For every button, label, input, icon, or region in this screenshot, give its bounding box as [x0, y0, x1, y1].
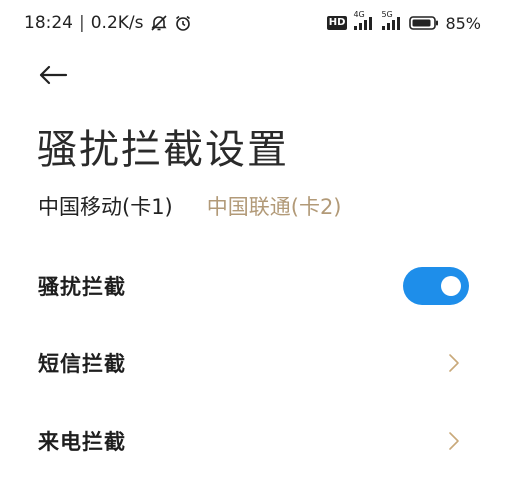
- status-right: HD 4G 5G 85%: [326, 10, 481, 33]
- tab-sim1[interactable]: 中国移动(卡1): [38, 191, 173, 221]
- status-separator: |: [79, 13, 85, 33]
- mute-icon: [150, 14, 168, 32]
- setting-label: 短信拦截: [38, 352, 126, 376]
- tab-sim2[interactable]: 中国联通(卡2): [207, 191, 342, 221]
- setting-label: 来电拦截: [38, 430, 126, 454]
- battery-icon: [409, 16, 439, 30]
- signal-4g-label: 4G: [353, 10, 365, 19]
- alarm-icon: [174, 14, 192, 32]
- page-title: 骚扰拦截设置: [37, 127, 289, 173]
- chevron-right-icon: [449, 432, 459, 450]
- back-arrow-icon: [39, 65, 68, 85]
- status-time: 18:24: [24, 13, 73, 33]
- setting-harassment-block[interactable]: 骚扰拦截: [0, 256, 505, 316]
- chevron-right-icon: [449, 354, 459, 372]
- back-button[interactable]: [38, 58, 72, 92]
- network-speed: 0.2K/s: [90, 13, 144, 33]
- battery-percent: 85%: [445, 13, 481, 33]
- harassment-block-toggle[interactable]: [403, 267, 469, 305]
- status-left: 18:24 | 0.2K/s: [24, 13, 192, 33]
- signal-5g-label: 5G: [381, 10, 393, 19]
- sim-tabs: 中国移动(卡1) 中国联通(卡2): [38, 191, 342, 221]
- setting-label: 骚扰拦截: [38, 275, 126, 299]
- signal-4g: 4G: [353, 10, 375, 30]
- signal-5g: 5G: [381, 10, 403, 30]
- status-bar: 18:24 | 0.2K/s HD 4G 5G 85%: [0, 0, 505, 46]
- setting-sms-block[interactable]: 短信拦截: [0, 333, 505, 393]
- hd-voice-badge: HD: [326, 16, 348, 30]
- toggle-knob: [441, 276, 461, 296]
- setting-call-block[interactable]: 来电拦截: [0, 411, 505, 471]
